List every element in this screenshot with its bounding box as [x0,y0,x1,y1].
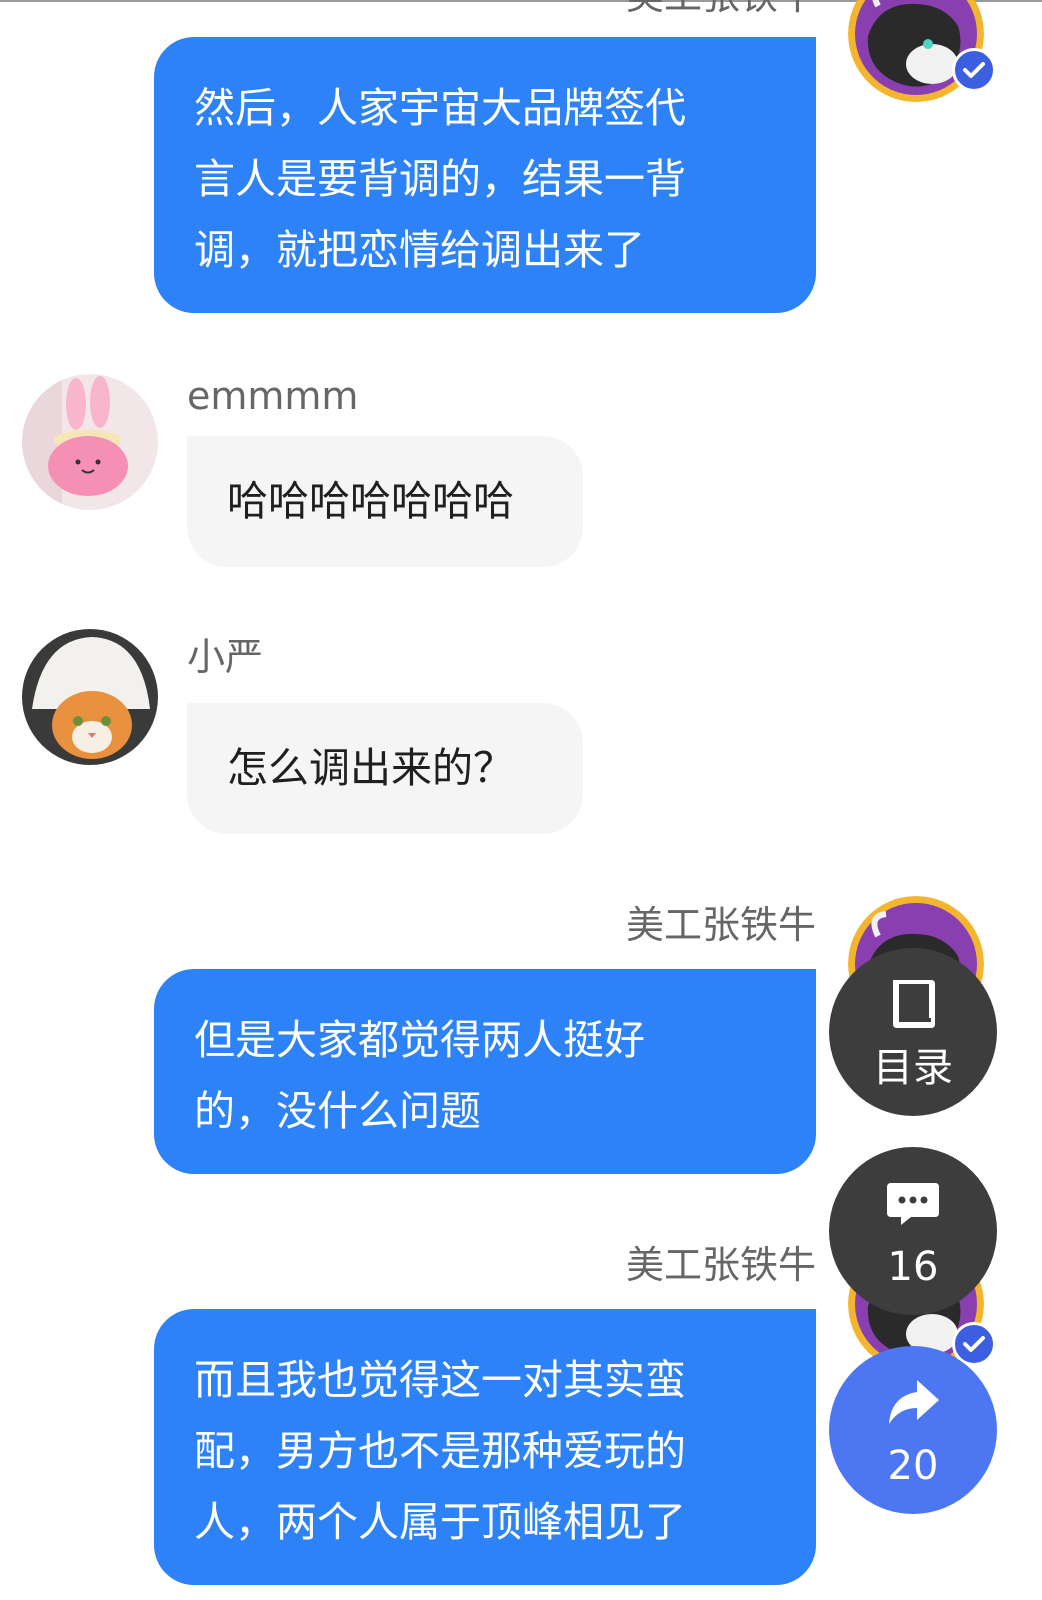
book-icon [893,980,935,1028]
message-line: 人，两个人属于顶峰相见了 [194,1498,686,1546]
message-line: 调，就把恋情给调出来了 [194,226,645,274]
message-line: 配，男方也不是那种爱玩的 [194,1427,686,1475]
message-bubble[interactable]: 怎么调出来的？ [187,703,583,834]
toc-label: 目录 [873,1045,953,1091]
share-arrow-icon [889,1380,939,1424]
avatar-cat[interactable] [22,629,158,765]
message-bubble[interactable]: 哈哈哈哈哈哈哈 [187,436,583,567]
message-line: 但是大家都觉得两人挺好 [194,1016,645,1064]
chat-bubble-icon [887,1183,939,1225]
message-bubble[interactable]: 但是大家都觉得两人挺好 的，没什么问题 [154,969,816,1174]
sender-name: 美工张铁牛 [560,0,816,18]
message-line: 言人是要背调的，结果一背 [194,155,686,203]
comments-count: 16 [887,1244,939,1290]
message-line: 然后，人家宇宙大品牌签代 [194,84,686,132]
avatar-bunny[interactable] [22,374,158,510]
share-count: 20 [887,1443,939,1489]
message-line: 怎么调出来的？ [227,744,514,792]
share-button[interactable]: 20 [829,1346,997,1514]
message-bubble[interactable]: 而且我也觉得这一对其实蛮 配，男方也不是那种爱玩的 人，两个人属于顶峰相见了 [154,1309,816,1585]
sender-name: emmmm [187,374,359,418]
toc-button[interactable]: 目录 [829,948,997,1116]
sender-name: 美工张铁牛 [625,903,816,947]
message-bubble[interactable]: 然后，人家宇宙大品牌签代 言人是要背调的，结果一背 调，就把恋情给调出来了 [154,37,816,313]
message-line: 而且我也觉得这一对其实蛮 [194,1356,686,1404]
sender-name: 美工张铁牛 [625,1243,816,1287]
sender-name: 小严 [187,635,264,679]
verified-badge-icon [952,48,996,92]
comments-button[interactable]: 16 [829,1147,997,1315]
message-line: 哈哈哈哈哈哈哈 [227,477,514,525]
message-line: 的，没什么问题 [194,1087,481,1135]
